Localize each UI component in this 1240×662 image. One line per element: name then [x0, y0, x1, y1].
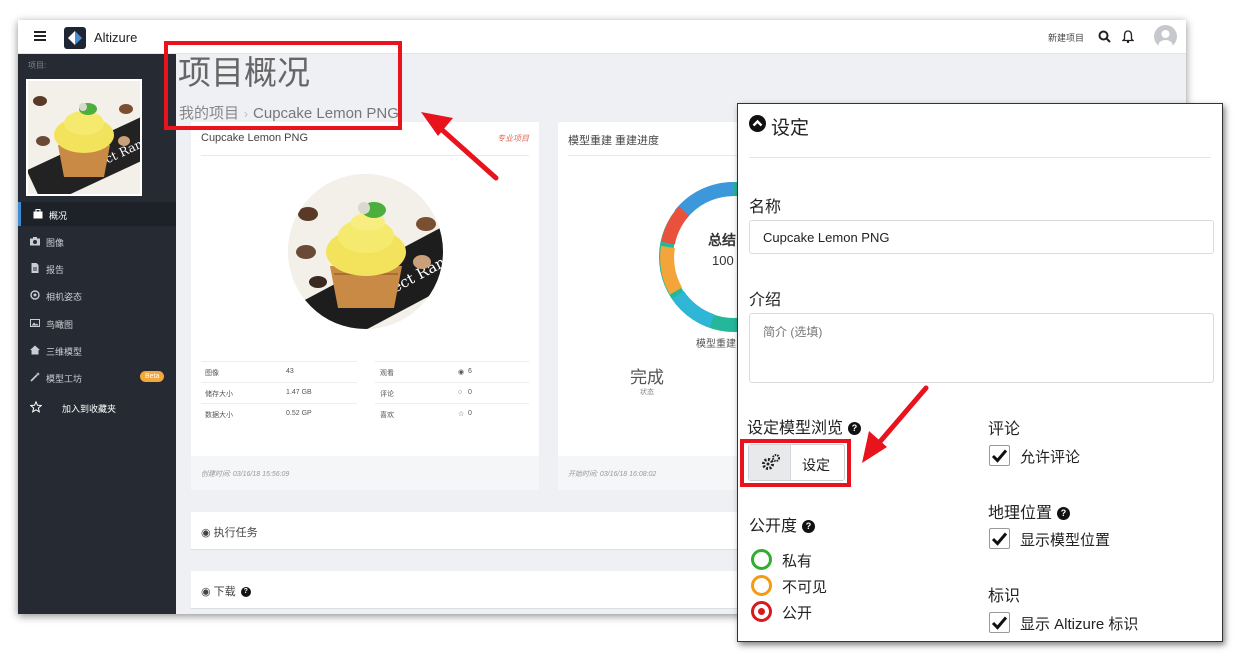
arrow-to-title-icon — [421, 112, 499, 181]
arrow-to-settings-button-icon — [862, 385, 929, 463]
annotation-arrows — [421, 112, 929, 463]
